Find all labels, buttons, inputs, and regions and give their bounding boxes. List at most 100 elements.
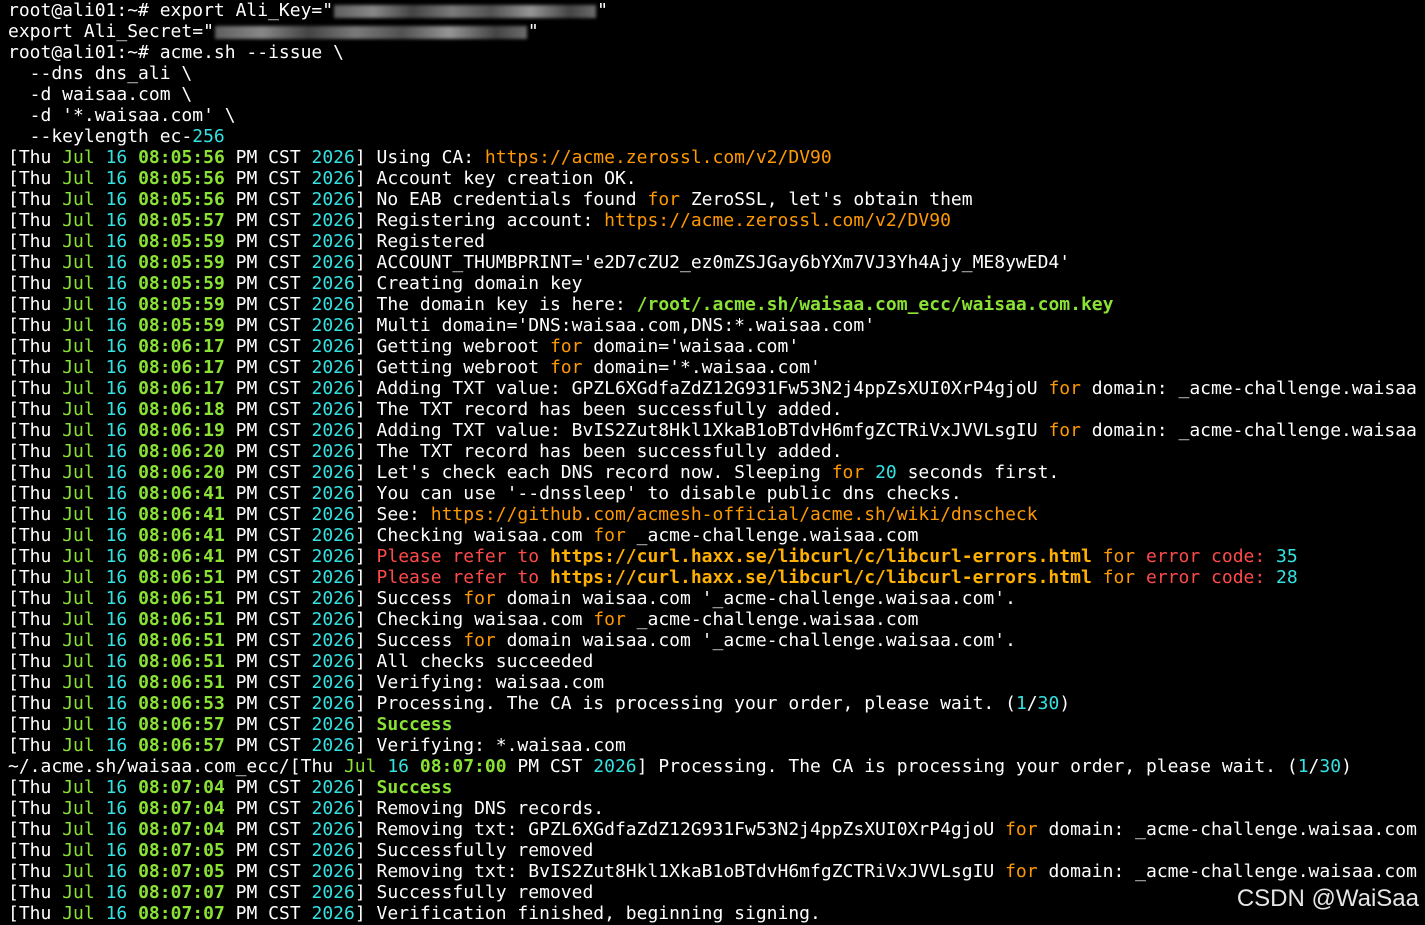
timestamp-bracket: [: [8, 504, 19, 525]
timestamp-bracket: [: [8, 588, 19, 609]
log-line: [Thu Jul 16 08:06:51 PM CST 2026] Succes…: [8, 588, 1418, 609]
timestamp-month: Jul: [62, 483, 95, 504]
timestamp-zone: PM CST: [224, 714, 312, 735]
timestamp-date: 16: [105, 483, 128, 504]
timestamp-time: 08:06:20: [138, 462, 225, 483]
timestamp-month: Jul: [62, 567, 95, 588]
timestamp-year: 2026: [311, 588, 355, 609]
log-message-text: ZeroSSL, let's obtain them: [680, 189, 973, 210]
timestamp-zone: PM CST: [224, 252, 312, 273]
timestamp-month: Jul: [62, 420, 95, 441]
timestamp-year: 2026: [311, 672, 355, 693]
timestamp-zone: PM CST: [224, 315, 312, 336]
log-message-text: domain: _acme-challenge.waisaa.com: [1091, 378, 1418, 399]
timestamp-time: 08:06:17: [138, 378, 225, 399]
command-text: acme.sh --issue \: [159, 42, 344, 63]
timestamp-day: Thu: [18, 840, 63, 861]
timestamp-month: Jul: [62, 378, 95, 399]
log-message-text: 28: [1276, 567, 1298, 588]
log-message-text: Registering account:: [376, 210, 605, 231]
log-message-text: Removing txt: GPZL6XGdfaZdZ12G931Fw53N2j…: [376, 819, 1006, 840]
timestamp-year: 2026: [311, 840, 355, 861]
timestamp-year: 2026: [311, 546, 355, 567]
timestamp-zone: PM CST: [224, 168, 312, 189]
timestamp-bracket: ]: [354, 735, 377, 756]
log-message-text: for: [1048, 420, 1081, 441]
timestamp-bracket: [: [8, 840, 19, 861]
log-message-text: Verification finished, beginning signing…: [376, 903, 821, 924]
timestamp-bracket: ]: [354, 189, 377, 210]
log-message-text: for: [1048, 378, 1081, 399]
log-message-text: No EAB credentials found: [376, 189, 648, 210]
timestamp-day: Thu: [18, 567, 63, 588]
timestamp-month: Jul: [62, 168, 95, 189]
log-message-text: ): [1341, 756, 1352, 777]
timestamp-month: Jul: [62, 525, 95, 546]
timestamp-bracket: [: [8, 714, 19, 735]
timestamp-date: 16: [387, 756, 410, 777]
timestamp-time: 08:07:04: [138, 819, 225, 840]
command-text: export Ali_Key=": [159, 0, 334, 21]
log-message-text: See:: [376, 504, 431, 525]
log-message-text: for: [463, 588, 496, 609]
terminal-window[interactable]: root@ali01:~# export Ali_Key=" " export A…: [8, 0, 1418, 925]
timestamp-bracket: [: [8, 882, 19, 903]
timestamp-time: 08:06:51: [138, 651, 225, 672]
log-message-text: Success: [376, 630, 464, 651]
log-line: [Thu Jul 16 08:06:51 PM CST 2026] Please…: [8, 567, 1418, 588]
timestamp-time: 08:06:51: [138, 672, 225, 693]
timestamp-bracket: ]: [636, 756, 659, 777]
timestamp-day: Thu: [18, 483, 63, 504]
timestamp-day: Thu: [18, 714, 63, 735]
log-line: [Thu Jul 16 08:05:59 PM CST 2026] The do…: [8, 294, 1418, 315]
log-message-text: Processing. The CA is processing your or…: [658, 756, 1298, 777]
timestamp-year: 2026: [311, 231, 355, 252]
timestamp-bracket: [: [8, 420, 19, 441]
timestamp-date: 16: [105, 378, 128, 399]
timestamp-zone: PM CST: [224, 588, 312, 609]
timestamp-bracket: ]: [354, 882, 377, 903]
timestamp-month: Jul: [62, 273, 95, 294]
log-message-text: You can use '--dnssleep' to disable publ…: [376, 483, 962, 504]
log-line: [Thu Jul 16 08:06:17 PM CST 2026] Gettin…: [8, 336, 1418, 357]
timestamp-month: Jul: [62, 903, 95, 924]
timestamp-date: 16: [105, 147, 128, 168]
timestamp-bracket: ]: [354, 651, 377, 672]
timestamp-month: Jul: [62, 357, 95, 378]
timestamp-bracket: ]: [354, 777, 377, 798]
timestamp-date: 16: [105, 609, 128, 630]
log-line: [Thu Jul 16 08:05:59 PM CST 2026] ACCOUN…: [8, 252, 1418, 273]
shell-prompt: root@ali01:~#: [8, 0, 160, 21]
timestamp-bracket: ]: [354, 840, 377, 861]
timestamp-year: 2026: [593, 756, 637, 777]
timestamp-time: 08:05:59: [138, 273, 225, 294]
timestamp-bracket: [: [8, 273, 19, 294]
timestamp-bracket: [: [289, 756, 301, 777]
log-message-text: Checking waisaa.com: [376, 609, 594, 630]
log-line: [Thu Jul 16 08:05:59 PM CST 2026] Creati…: [8, 273, 1418, 294]
timestamp-month: Jul: [62, 735, 95, 756]
log-line: [Thu Jul 16 08:06:20 PM CST 2026] Let's …: [8, 462, 1418, 483]
timestamp-date: 16: [105, 420, 128, 441]
log-line: [Thu Jul 16 08:05:56 PM CST 2026] Using …: [8, 147, 1418, 168]
timestamp-date: 16: [105, 672, 128, 693]
timestamp-year: 2026: [311, 168, 355, 189]
timestamp-bracket: [: [8, 252, 19, 273]
timestamp-year: 2026: [311, 399, 355, 420]
log-line: [Thu Jul 16 08:07:05 PM CST 2026] Succes…: [8, 840, 1418, 861]
log-line: [Thu Jul 16 08:05:57 PM CST 2026] Regist…: [8, 210, 1418, 231]
log-message-text: domain='waisaa.com': [582, 336, 800, 357]
timestamp-day: Thu: [18, 630, 63, 651]
timestamp-time: 08:05:56: [138, 168, 225, 189]
timestamp-year: 2026: [311, 441, 355, 462]
timestamp-bracket: ]: [354, 399, 377, 420]
timestamp-month: Jul: [62, 147, 95, 168]
timestamp-zone: PM CST: [224, 294, 312, 315]
timestamp-month: Jul: [62, 861, 95, 882]
timestamp-day: Thu: [18, 588, 63, 609]
timestamp-year: 2026: [311, 693, 355, 714]
log-line: [Thu Jul 16 08:06:41 PM CST 2026] Checki…: [8, 525, 1418, 546]
timestamp-date: 16: [105, 210, 128, 231]
shell-prompt: root@ali01:~#: [8, 42, 160, 63]
timestamp-day: Thu: [18, 462, 63, 483]
